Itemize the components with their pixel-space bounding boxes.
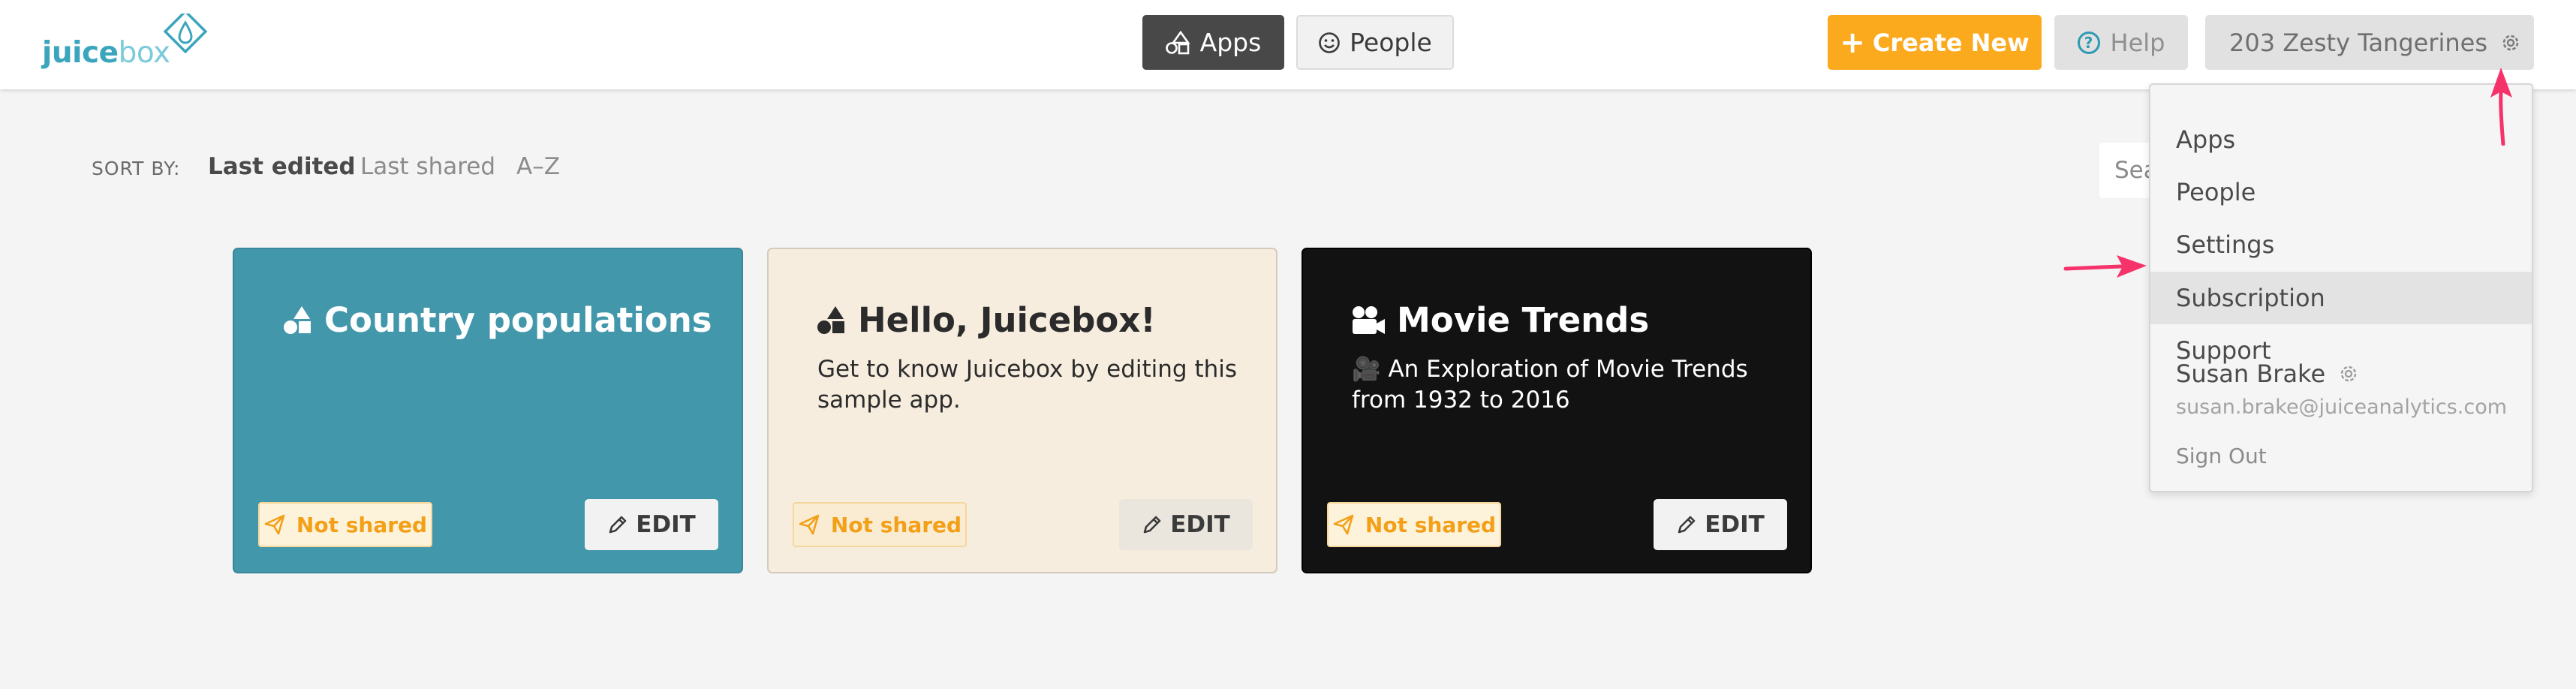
gear-icon — [2502, 35, 2519, 50]
help-button[interactable]: ? Help — [2054, 15, 2188, 70]
app-card-movie-trends[interactable]: Movie Trends 🎥 An Exploration of Movie T… — [1302, 248, 1812, 573]
edit-button[interactable]: EDIT — [1654, 499, 1787, 550]
sort-option-last-edited[interactable]: Last edited — [208, 153, 356, 180]
apps-shapes-icon — [284, 305, 311, 334]
nav-apps-button[interactable]: Apps — [1142, 15, 1284, 70]
card-title: Movie Trends — [1350, 300, 1649, 340]
nav-people-label: People — [1350, 28, 1432, 57]
juicebox-logo[interactable]: juicebox — [42, 14, 208, 74]
film-camera-icon — [1353, 305, 1385, 334]
menu-item-sign-out[interactable]: Sign Out — [2176, 444, 2267, 468]
edit-label: EDIT — [1705, 511, 1765, 538]
pencil-icon — [1143, 516, 1161, 534]
plus-icon: + — [1840, 25, 1865, 60]
logo-drop-icon — [163, 14, 208, 54]
not-shared-badge[interactable]: Not shared — [1327, 502, 1501, 547]
menu-user-name[interactable]: Susan Brake — [2176, 360, 2360, 388]
paper-plane-icon — [799, 514, 820, 535]
logo-wordmark: juicebox — [42, 36, 170, 70]
organization-name: 203 Zesty Tangerines — [2229, 28, 2488, 57]
top-header: juicebox Apps People + Create New ? Help… — [0, 0, 2576, 89]
smiley-icon — [1319, 32, 1340, 53]
gear-icon — [2340, 366, 2357, 382]
menu-item-apps[interactable]: Apps — [2150, 113, 2532, 166]
create-new-label: Create New — [1872, 28, 2030, 57]
apps-shapes-icon — [817, 305, 844, 334]
organization-dropdown-menu: Apps People Settings Subscription Suppor… — [2149, 83, 2533, 492]
sort-option-a-z[interactable]: A–Z — [516, 153, 560, 180]
menu-user-email: susan.brake@juiceanalytics.com — [2176, 396, 2508, 419]
edit-label: EDIT — [636, 511, 696, 538]
card-title-text: Country populations — [324, 300, 712, 340]
menu-item-people[interactable]: People — [2150, 166, 2532, 218]
card-title: Hello, Juicebox! — [816, 300, 1156, 340]
pencil-icon — [1678, 516, 1696, 534]
card-description: 🎥 An Exploration of Movie Trends from 19… — [1352, 356, 1748, 414]
not-shared-label: Not shared — [830, 512, 962, 537]
not-shared-badge[interactable]: Not shared — [793, 502, 967, 547]
card-title-text: Movie Trends — [1397, 300, 1650, 340]
app-card-hello-juicebox[interactable]: Hello, Juicebox! Get to know Juicebox by… — [767, 248, 1277, 573]
edit-label: EDIT — [1170, 511, 1230, 538]
annotation-arrow-right-icon — [2063, 255, 2147, 278]
user-name-text: Susan Brake — [2176, 360, 2326, 388]
create-new-button[interactable]: + Create New — [1828, 15, 2042, 70]
sort-by-label: SORT BY: — [92, 158, 181, 179]
pencil-icon — [609, 516, 627, 534]
paper-plane-icon — [1333, 514, 1354, 535]
help-label: Help — [2110, 28, 2165, 57]
not-shared-label: Not shared — [1365, 512, 1497, 537]
sort-option-last-shared[interactable]: Last shared — [360, 153, 495, 180]
not-shared-badge[interactable]: Not shared — [258, 502, 432, 547]
paper-plane-icon — [264, 514, 285, 535]
card-title-text: Hello, Juicebox! — [858, 300, 1156, 340]
app-card-country-populations[interactable]: Country populations Not shared EDIT — [233, 248, 743, 573]
not-shared-label: Not shared — [296, 512, 428, 537]
nav-apps-label: Apps — [1199, 28, 1262, 57]
menu-item-subscription[interactable]: Subscription — [2150, 272, 2532, 324]
card-title: Country populations — [282, 300, 712, 340]
apps-shapes-icon — [1165, 30, 1190, 54]
edit-button[interactable]: EDIT — [585, 499, 718, 550]
annotation-arrow-up-icon — [2490, 68, 2512, 146]
organization-menu-button[interactable]: 203 Zesty Tangerines — [2205, 15, 2534, 70]
nav-people-button[interactable]: People — [1296, 15, 1454, 70]
edit-button[interactable]: EDIT — [1119, 499, 1253, 550]
help-question-icon: ? — [2077, 31, 2100, 54]
menu-item-settings[interactable]: Settings — [2150, 218, 2532, 271]
card-description: Get to know Juicebox by editing this sam… — [817, 356, 1238, 414]
